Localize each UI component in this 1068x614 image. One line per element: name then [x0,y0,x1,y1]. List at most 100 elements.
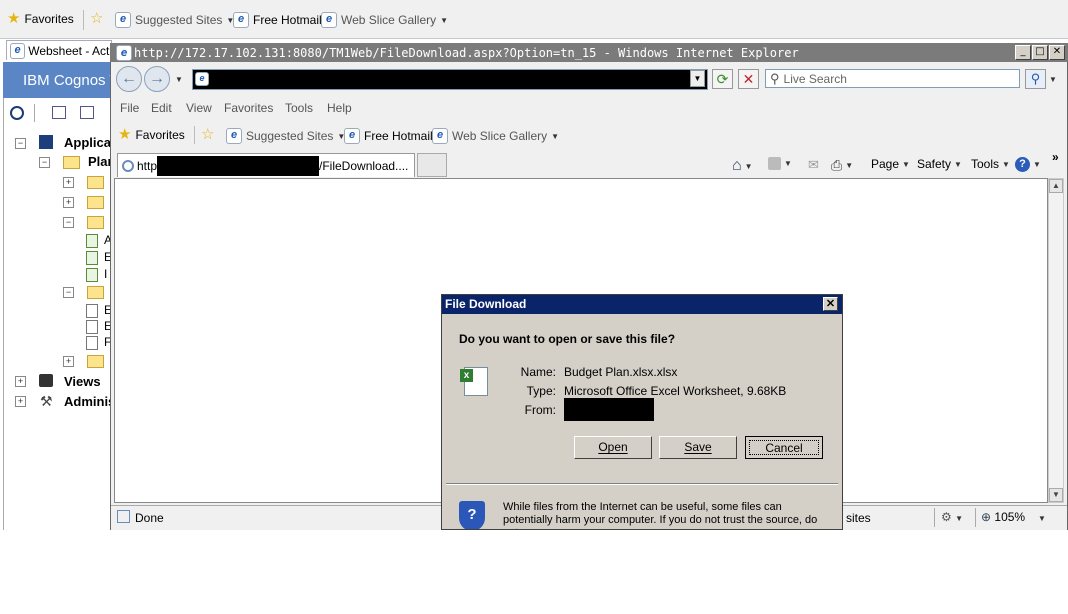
view-icon [86,304,98,318]
name-label: Name: [520,365,556,379]
close-window-button[interactable]: ✕ [1049,45,1065,60]
add-favorite-button[interactable]: ☆ [201,127,214,142]
help-button[interactable]: ? ▼ [1015,157,1041,172]
address-bar[interactable]: e [192,69,708,90]
back-button[interactable]: ← [116,66,142,92]
print-button[interactable]: ⎙ ▼ [831,157,853,174]
collapse-icon[interactable]: − [63,217,74,228]
zoom-dropdown[interactable]: ▼ [1038,514,1046,523]
suggested-sites[interactable]: e Suggested Sites ▼ [226,128,345,144]
expand-tree-icon[interactable] [52,106,66,119]
free-hotmail[interactable]: e Free Hotmail [344,128,433,144]
tab-url-prefix: http [137,158,158,173]
ie-icon: e [321,12,337,28]
ie-window-title: http://172.17.102.131:8080/TM1Web/FileDo… [134,45,799,60]
collapse-tree-icon[interactable] [80,106,94,119]
menu-view[interactable]: View [186,101,212,115]
redacted-block [564,398,654,421]
mail-icon: ✉ [808,157,819,172]
divider [934,508,935,527]
collapse-icon[interactable]: − [15,138,26,149]
dialog-title: File Download [445,297,527,311]
free-hotmail-label: Free Hotmail [364,129,433,143]
loading-icon [122,159,134,172]
outer-web-slice-gallery[interactable]: e Web Slice Gallery ▼ [321,12,448,28]
menu-help[interactable]: Help [327,101,352,115]
tree-node-applications[interactable]: Applicat [64,135,114,150]
safety-menu[interactable]: Safety ▼ [917,157,962,171]
expand-icon[interactable]: + [15,376,26,387]
home-button[interactable]: ⌂ ▼ [732,157,753,175]
outer-free-hotmail[interactable]: e Free Hotmail [233,12,322,28]
recent-pages-dropdown[interactable]: ▼ [175,75,183,84]
refresh-icon[interactable] [10,106,24,120]
save-button-label: Save [684,440,712,454]
applications-icon [39,135,53,149]
suggested-sites-label: Suggested Sites [135,13,223,27]
chevron-overflow-icon[interactable]: » [1052,150,1059,164]
feeds-button[interactable]: ▼ [768,157,792,170]
search-button[interactable]: ⚲ [1025,69,1046,89]
read-mail-button[interactable]: ✉ [808,157,819,173]
views-icon [39,374,53,387]
expand-icon[interactable]: + [63,177,74,188]
collapse-icon[interactable]: − [39,157,50,168]
expand-icon[interactable]: + [63,197,74,208]
excel-file-icon: x [460,367,488,396]
new-tab-button[interactable] [417,153,447,177]
web-slice-gallery[interactable]: e Web Slice Gallery ▼ [432,128,559,144]
expand-icon[interactable]: + [63,356,74,367]
stop-button[interactable]: ✕ [738,69,759,89]
zoom-control[interactable]: ⊕ 105% [981,510,1025,524]
outer-add-favorite-button[interactable]: ☆ [90,11,103,26]
maximize-button[interactable]: □ [1032,45,1048,60]
scroll-down-arrow[interactable]: ▼ [1049,488,1063,502]
refresh-button[interactable]: ⟳ [712,69,733,89]
security-warning-text: While files from the Internet can be use… [503,501,818,529]
outer-favorites-button[interactable]: ★ Favorites [7,11,74,26]
suggested-sites-label: Suggested Sites [246,129,334,143]
open-button[interactable]: Open [574,436,652,459]
tree-node-sheet[interactable]: I [104,267,107,281]
search-placeholder: Live Search [783,71,847,86]
menu-favorites[interactable]: Favorites [224,101,273,115]
menu-tools[interactable]: Tools [285,101,313,115]
search-options-dropdown[interactable]: ▼ [1049,75,1057,84]
ie-page-icon: e [195,72,209,86]
folder-icon [87,196,104,209]
cancel-button[interactable]: Cancel [745,436,823,459]
background-tab[interactable]: e Websheet - Actu [6,40,112,60]
minimize-button[interactable]: _ [1015,45,1031,60]
tools-icon: ⚒ [40,393,53,409]
from-label: From: [524,403,556,417]
dialog-close-button[interactable]: ✕ [823,297,838,311]
ie-icon: e [115,12,131,28]
vertical-scrollbar[interactable]: ▲ ▼ [1048,178,1064,503]
scroll-up-arrow[interactable]: ▲ [1049,179,1063,193]
collapse-icon[interactable]: − [63,287,74,298]
favorites-label: Favorites [135,128,185,142]
safety-menu-label: Safety [917,157,952,171]
folder-icon [63,156,80,169]
tree-node-administration[interactable]: Adminis [64,394,114,409]
search-input[interactable]: ⚲ Live Search [765,69,1020,88]
tools-menu[interactable]: Tools ▼ [971,157,1010,171]
protected-mode-icon[interactable]: ⚙ ▼ [941,510,963,524]
websheet-icon [86,268,98,282]
websheet-icon [86,251,98,265]
save-button[interactable]: Save [659,436,737,459]
address-dropdown-button[interactable]: ▼ [690,70,705,87]
ie-icon: e [10,42,26,59]
forward-button[interactable]: → [144,66,170,92]
outer-suggested-sites[interactable]: e Suggested Sites ▼ [115,12,234,28]
websheet-icon [86,234,98,248]
menu-file[interactable]: File [120,101,139,115]
page-menu[interactable]: Page ▼ [871,157,910,171]
expand-icon[interactable]: + [15,396,26,407]
menu-edit[interactable]: Edit [151,101,172,115]
tree-node-views[interactable]: Views [64,374,101,389]
ie-icon: e [432,128,448,144]
favorites-button[interactable]: ★ Favorites [118,127,185,142]
home-icon: ⌂ [732,157,742,174]
tab-file-download[interactable]: http /FileDownload.... [117,153,415,177]
